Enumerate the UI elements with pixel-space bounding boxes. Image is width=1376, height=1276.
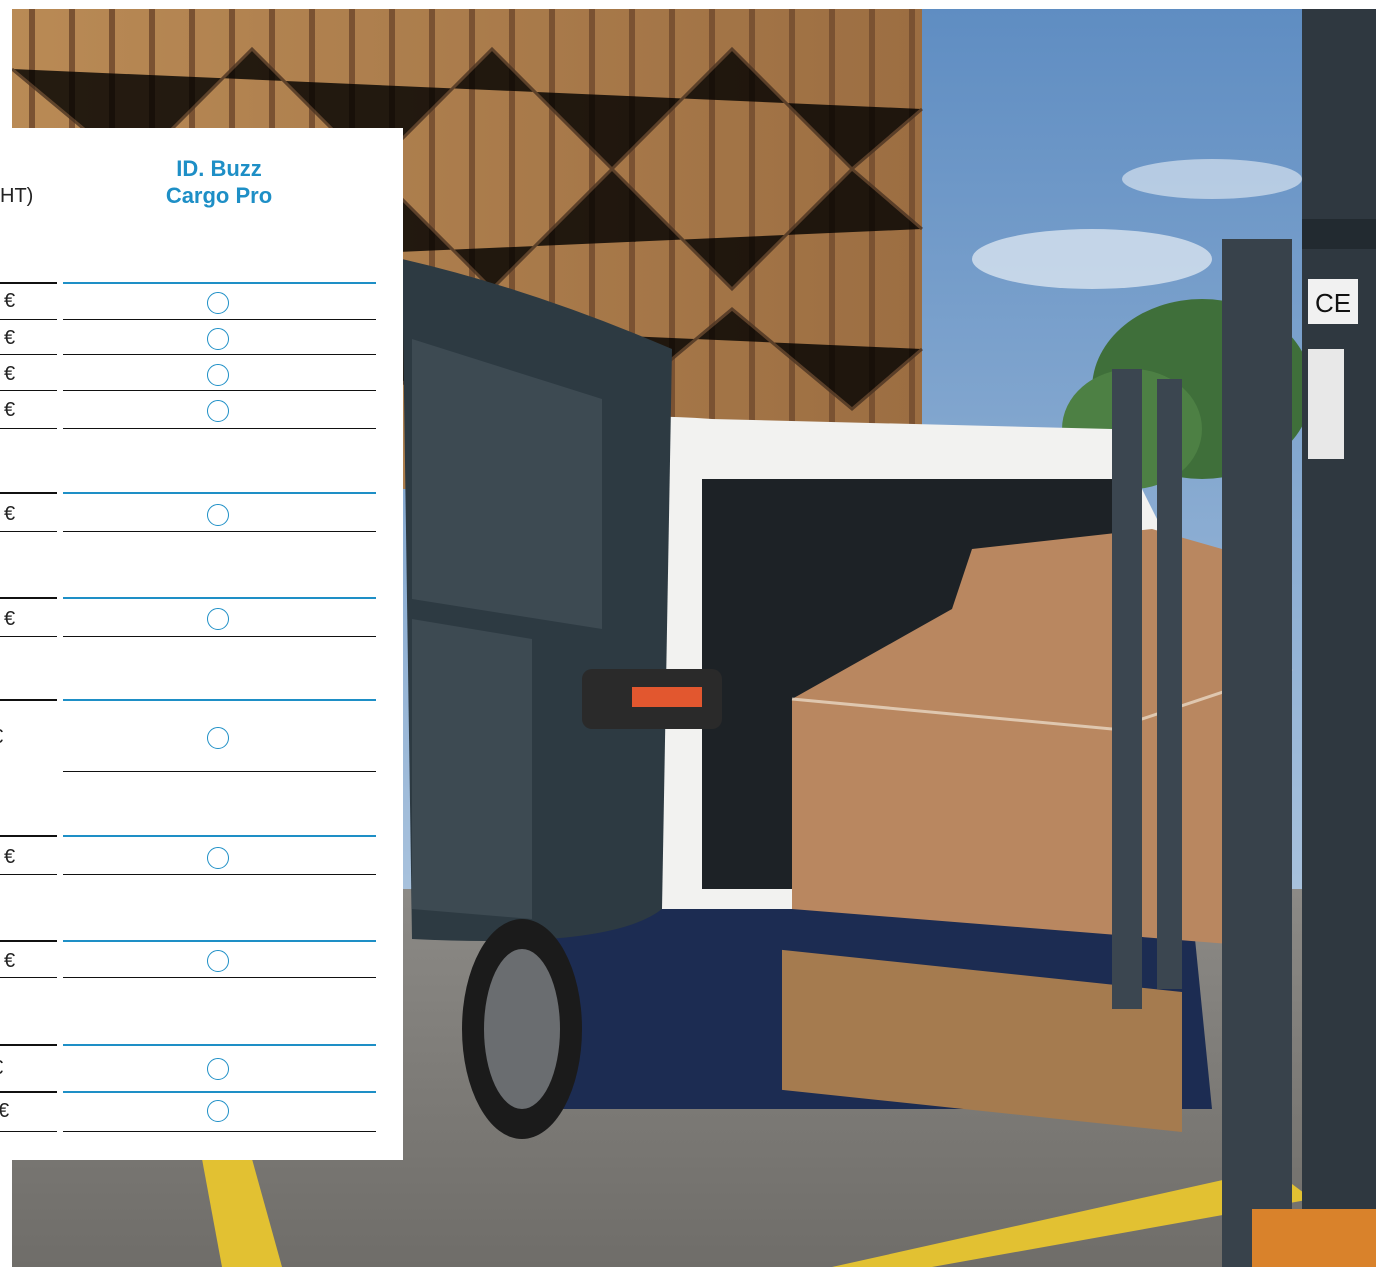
table-row: € bbox=[0, 319, 403, 355]
circle-outline-icon bbox=[207, 504, 229, 526]
column-header-line1: ID. Buzz bbox=[176, 156, 262, 181]
price-value: € bbox=[4, 327, 16, 349]
circle-outline-icon bbox=[207, 292, 229, 314]
circle-outline-icon bbox=[207, 1058, 229, 1080]
circle-outline-icon bbox=[207, 400, 229, 422]
ce-sticker-text: CE bbox=[1315, 288, 1351, 318]
price-value: € bbox=[4, 363, 16, 385]
table-row: € bbox=[0, 1044, 403, 1091]
circle-outline-icon bbox=[207, 950, 229, 972]
table-row: € bbox=[0, 835, 403, 875]
price-value: € bbox=[4, 290, 16, 312]
price-value: € bbox=[4, 399, 16, 421]
comparison-table-panel: ID. Buzz Cargo Pro HT) € € € € € € € € € bbox=[0, 128, 403, 1160]
table-row: € bbox=[0, 597, 403, 637]
column-header-id-buzz-cargo-pro: ID. Buzz Cargo Pro bbox=[60, 155, 378, 209]
circle-outline-icon bbox=[207, 608, 229, 630]
price-value: € bbox=[0, 1100, 10, 1122]
price-value: € bbox=[0, 726, 3, 748]
circle-outline-icon bbox=[207, 847, 229, 869]
circle-outline-icon bbox=[207, 1100, 229, 1122]
table-row: € bbox=[0, 391, 403, 429]
price-value: € bbox=[0, 1057, 3, 1079]
price-value: € bbox=[4, 503, 16, 525]
price-value: € bbox=[4, 950, 16, 972]
table-row: € bbox=[0, 355, 403, 391]
table-row: € bbox=[0, 940, 403, 978]
table-row: € bbox=[0, 492, 403, 532]
circle-outline-icon bbox=[207, 328, 229, 350]
price-value: € bbox=[4, 608, 16, 630]
table-row: € bbox=[0, 699, 403, 773]
price-value: € bbox=[4, 846, 16, 868]
circle-outline-icon bbox=[207, 364, 229, 386]
circle-outline-icon bbox=[207, 727, 229, 749]
column-header-line2: Cargo Pro bbox=[165, 183, 273, 208]
table-row: € bbox=[0, 1091, 403, 1132]
table-row: € bbox=[0, 282, 403, 320]
price-column-header-fragment: HT) bbox=[0, 185, 34, 207]
